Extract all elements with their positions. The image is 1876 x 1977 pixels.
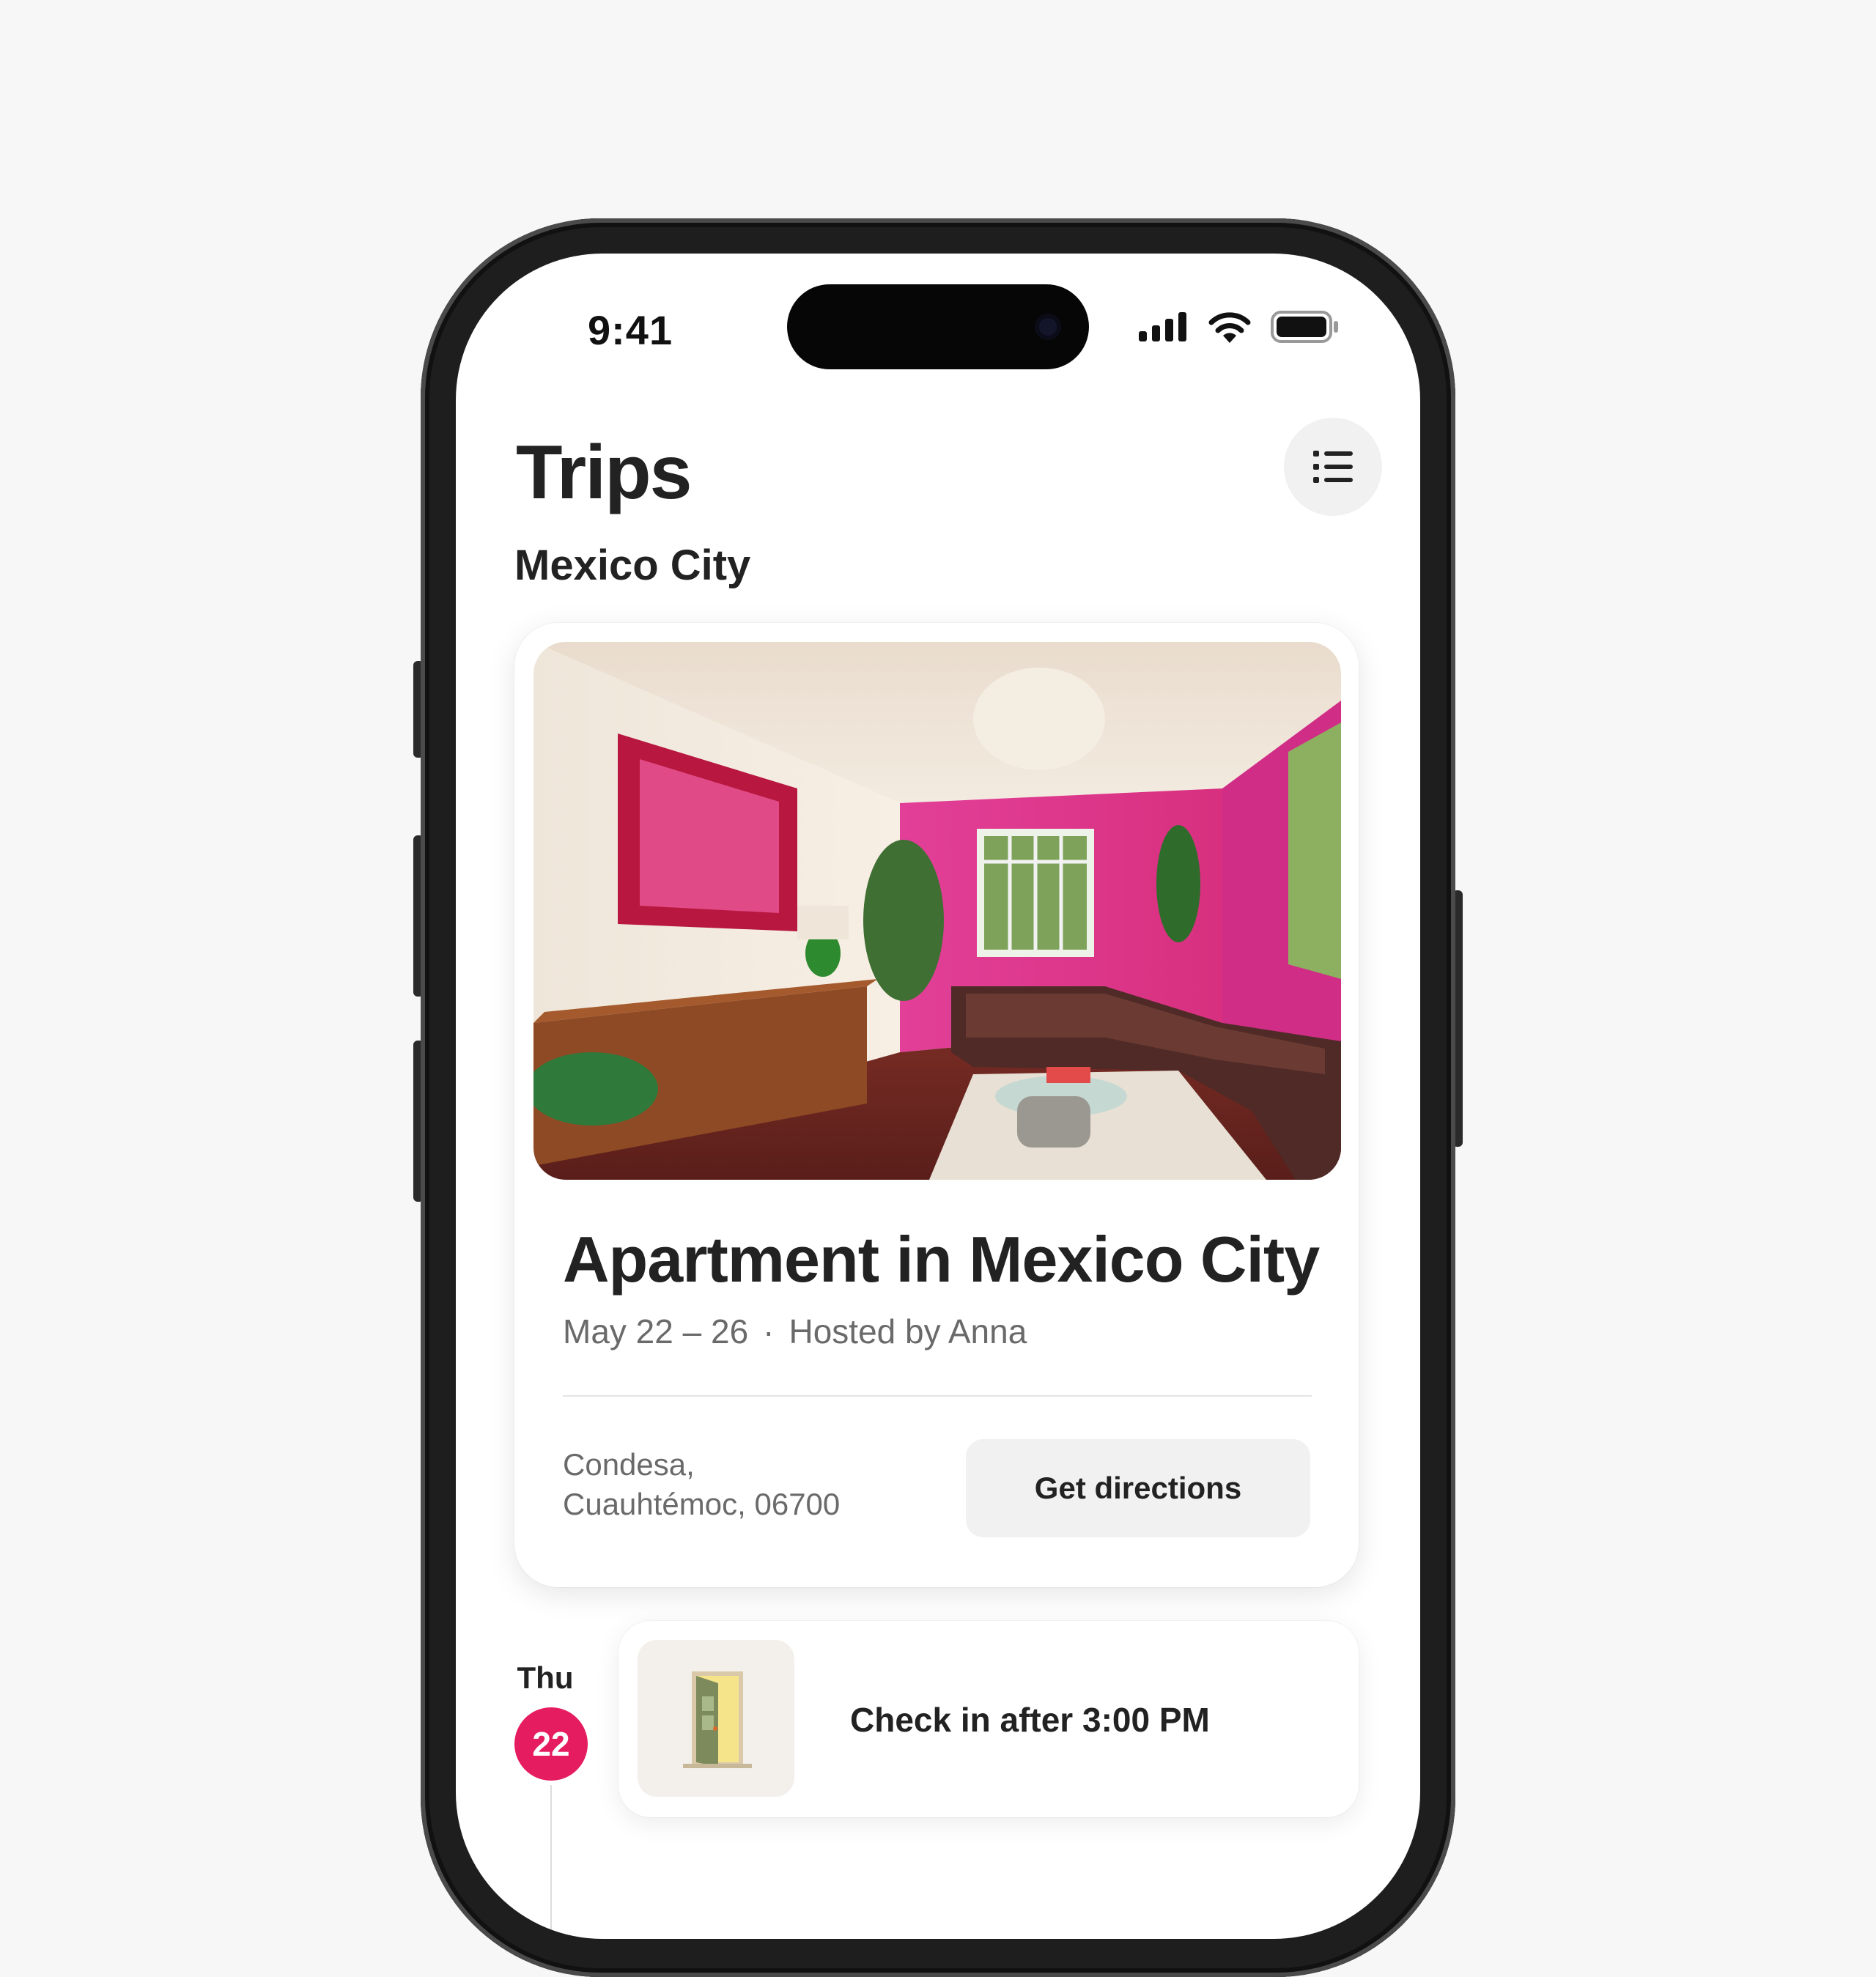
- dynamic-island: [787, 284, 1089, 369]
- battery-icon: [1271, 311, 1338, 343]
- cellular-signal-icon: [1139, 312, 1186, 341]
- reservation-card[interactable]: Apartment in Mexico City May 22 – 26 · Hos…: [514, 623, 1359, 1587]
- living-room-photo: [533, 642, 1341, 1180]
- listing-subtitle: May 22 – 26 · Hosted by Anna: [563, 1312, 1027, 1351]
- check-in-thumbnail: [638, 1640, 794, 1797]
- status-time: 9:41: [588, 307, 673, 353]
- status-icons: [1139, 311, 1340, 343]
- host-name: Hosted by Anna: [789, 1312, 1027, 1350]
- phone-screen: 9:41 Trips Mexico City Apartment in Mexi…: [456, 254, 1420, 1939]
- page-title: Trips: [516, 430, 693, 515]
- listing-title: Apartment in Mexico City: [563, 1223, 1320, 1296]
- wifi-icon: [1208, 312, 1251, 343]
- list-view-button[interactable]: [1284, 418, 1382, 516]
- check-in-text: Check in after 3:00 PM: [850, 1701, 1210, 1739]
- front-camera-icon: [1035, 314, 1061, 340]
- timeline-line: [550, 1785, 552, 1939]
- itinerary-day-badge: 22: [514, 1707, 588, 1781]
- stay-dates: May 22 – 26: [563, 1312, 749, 1350]
- open-door-icon: [683, 1671, 752, 1768]
- card-divider: [563, 1395, 1312, 1397]
- listing-photo[interactable]: [533, 642, 1341, 1180]
- address-line-2: Cuauhtémoc, 06700: [563, 1487, 841, 1521]
- check-in-card[interactable]: Check in after 3:00 PM: [618, 1621, 1359, 1817]
- subtitle-separator: ·: [763, 1312, 775, 1350]
- itinerary-day-name: Thu: [517, 1660, 574, 1695]
- section-heading-city: Mexico City: [514, 542, 751, 589]
- address-line-1: Condesa,: [563, 1447, 695, 1482]
- list-icon: [1313, 451, 1353, 483]
- listing-address: Condesa, Cuauhtémoc, 06700: [563, 1445, 840, 1524]
- get-directions-button[interactable]: Get directions: [966, 1439, 1310, 1537]
